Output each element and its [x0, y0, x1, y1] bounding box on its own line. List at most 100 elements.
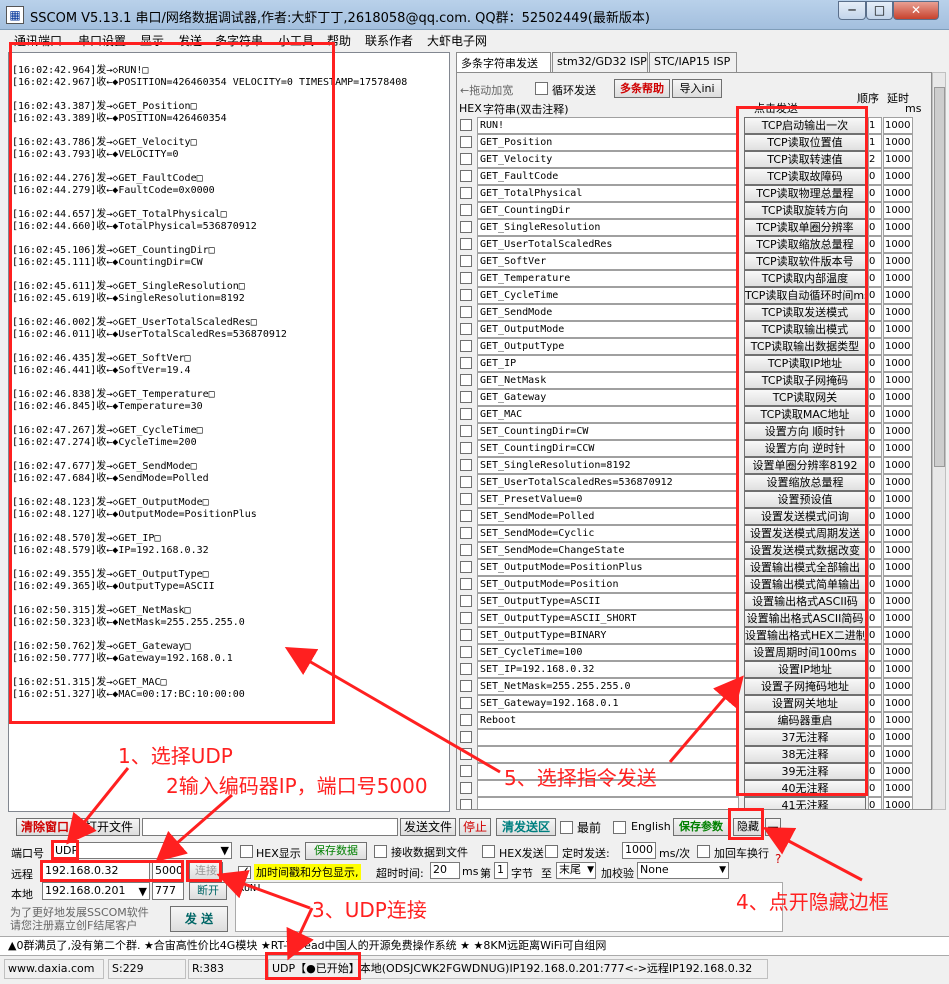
hex-checkbox[interactable] [460, 391, 472, 403]
delay-input[interactable]: 1000 [883, 134, 913, 151]
delay-input[interactable]: 1000 [883, 559, 913, 576]
hex-checkbox[interactable] [460, 799, 472, 809]
hex-checkbox[interactable] [460, 340, 472, 352]
order-input[interactable]: 0 [868, 355, 882, 372]
order-input[interactable]: 0 [868, 525, 882, 542]
delay-input[interactable]: 1000 [883, 202, 913, 219]
delay-input[interactable]: 1000 [883, 763, 913, 780]
command-input[interactable]: GET_OutputType [477, 338, 739, 355]
hex-checkbox[interactable] [460, 663, 472, 675]
delay-input[interactable]: 1000 [883, 236, 913, 253]
delay-input[interactable]: 1000 [883, 117, 913, 134]
minimize-button[interactable]: ─ [838, 1, 866, 20]
menu-item-daxia-site[interactable]: 大虾电子网 [427, 32, 487, 49]
hex-checkbox[interactable] [460, 255, 472, 267]
hex-checkbox[interactable] [460, 136, 472, 148]
send-command-button[interactable]: 37无注释 [744, 729, 866, 746]
collapse-button[interactable]: — [765, 818, 781, 836]
delay-input[interactable]: 1000 [883, 508, 913, 525]
command-input[interactable]: GET_NetMask [477, 372, 739, 389]
command-input[interactable]: GET_SoftVer [477, 253, 739, 270]
command-input[interactable]: SET_SendMode=Polled [477, 508, 739, 525]
hex-checkbox[interactable] [460, 510, 472, 522]
hex-send-checkbox[interactable] [482, 845, 495, 858]
send-file-button[interactable]: 发送文件 [400, 818, 456, 836]
menu-item-send[interactable]: 发送 [178, 32, 202, 49]
order-input[interactable]: 0 [868, 474, 882, 491]
delay-input[interactable]: 1000 [883, 644, 913, 661]
local-port-input[interactable]: 777 [152, 882, 184, 900]
hex-checkbox[interactable] [460, 306, 472, 318]
delay-input[interactable]: 1000 [883, 627, 913, 644]
delay-input[interactable]: 1000 [883, 389, 913, 406]
hex-checkbox[interactable] [460, 425, 472, 437]
hex-checkbox[interactable] [460, 612, 472, 624]
hex-checkbox[interactable] [460, 697, 472, 709]
to-end-select[interactable]: 末尾 ▼ [556, 862, 596, 879]
tab-multi-string[interactable]: 多条字符串发送 [456, 52, 551, 73]
remote-ip-input[interactable]: 192.168.0.32 [42, 862, 150, 880]
delay-input[interactable]: 1000 [883, 287, 913, 304]
send-command-button[interactable]: 41无注释 [744, 797, 866, 809]
order-input[interactable]: 0 [868, 338, 882, 355]
menu-item-display[interactable]: 显示 [140, 32, 164, 49]
hex-checkbox[interactable] [460, 748, 472, 760]
command-input[interactable]: SET_CountingDir=CCW [477, 440, 739, 457]
command-input[interactable]: SET_OutputMode=PositionPlus [477, 559, 739, 576]
command-input[interactable] [477, 746, 739, 763]
command-input[interactable]: RUN! [477, 117, 739, 134]
order-input[interactable]: 0 [868, 185, 882, 202]
delay-input[interactable]: 1000 [883, 304, 913, 321]
command-input[interactable]: SET_OutputMode=Position [477, 576, 739, 593]
order-input[interactable]: 0 [868, 678, 882, 695]
send-command-button[interactable]: TCP读取缩放总量程 [744, 236, 866, 253]
command-input[interactable]: GET_FaultCode [477, 168, 739, 185]
order-input[interactable]: 0 [868, 712, 882, 729]
order-input[interactable]: 0 [868, 219, 882, 236]
delay-input[interactable]: 1000 [883, 525, 913, 542]
command-input[interactable]: GET_SingleResolution [477, 219, 739, 236]
order-input[interactable]: 0 [868, 423, 882, 440]
order-input[interactable]: 0 [868, 576, 882, 593]
hex-checkbox[interactable] [460, 204, 472, 216]
delay-input[interactable]: 1000 [883, 440, 913, 457]
command-input[interactable]: GET_IP [477, 355, 739, 372]
clear-window-button[interactable]: 清除窗口 [16, 818, 74, 836]
port-select[interactable]: UDP ▼ [52, 842, 232, 859]
local-ip-input[interactable]: 192.168.0.201 ▼ [42, 882, 150, 900]
command-list-scrollbar[interactable] [932, 72, 946, 810]
send-command-button[interactable]: 设置缩放总量程 [744, 474, 866, 491]
send-command-button[interactable]: TCP读取转速值 [744, 151, 866, 168]
timeout-input[interactable]: 20 [430, 862, 460, 879]
hide-button[interactable]: 隐藏 [733, 818, 763, 836]
order-input[interactable]: 0 [868, 593, 882, 610]
hex-checkbox[interactable] [460, 493, 472, 505]
order-input[interactable]: 0 [868, 202, 882, 219]
command-input[interactable]: SET_SingleResolution=8192 [477, 457, 739, 474]
send-command-button[interactable]: 设置网关地址 [744, 695, 866, 712]
send-command-button[interactable]: 39无注释 [744, 763, 866, 780]
order-input[interactable]: 0 [868, 729, 882, 746]
hex-checkbox[interactable] [460, 595, 472, 607]
hex-checkbox[interactable] [460, 119, 472, 131]
command-input[interactable]: SET_CycleTime=100 [477, 644, 739, 661]
delay-input[interactable]: 1000 [883, 661, 913, 678]
delay-input[interactable]: 1000 [883, 542, 913, 559]
timestamp-checkbox[interactable] [238, 864, 251, 879]
open-file-button[interactable]: 打开文件 [78, 818, 140, 836]
hex-checkbox[interactable] [460, 765, 472, 777]
hex-checkbox[interactable] [460, 221, 472, 233]
order-input[interactable]: 0 [868, 270, 882, 287]
order-input[interactable]: 0 [868, 627, 882, 644]
send-command-button[interactable]: 编码器重启 [744, 712, 866, 729]
topmost-checkbox[interactable] [560, 821, 573, 834]
menu-item-tools[interactable]: 小工具 [278, 32, 314, 49]
command-input[interactable]: GET_MAC [477, 406, 739, 423]
hex-checkbox[interactable] [460, 476, 472, 488]
english-checkbox[interactable] [613, 821, 626, 834]
delay-input[interactable]: 1000 [883, 712, 913, 729]
delay-input[interactable]: 1000 [883, 593, 913, 610]
command-input[interactable]: GET_CycleTime [477, 287, 739, 304]
hex-checkbox[interactable] [460, 442, 472, 454]
command-input[interactable]: GET_Position [477, 134, 739, 151]
